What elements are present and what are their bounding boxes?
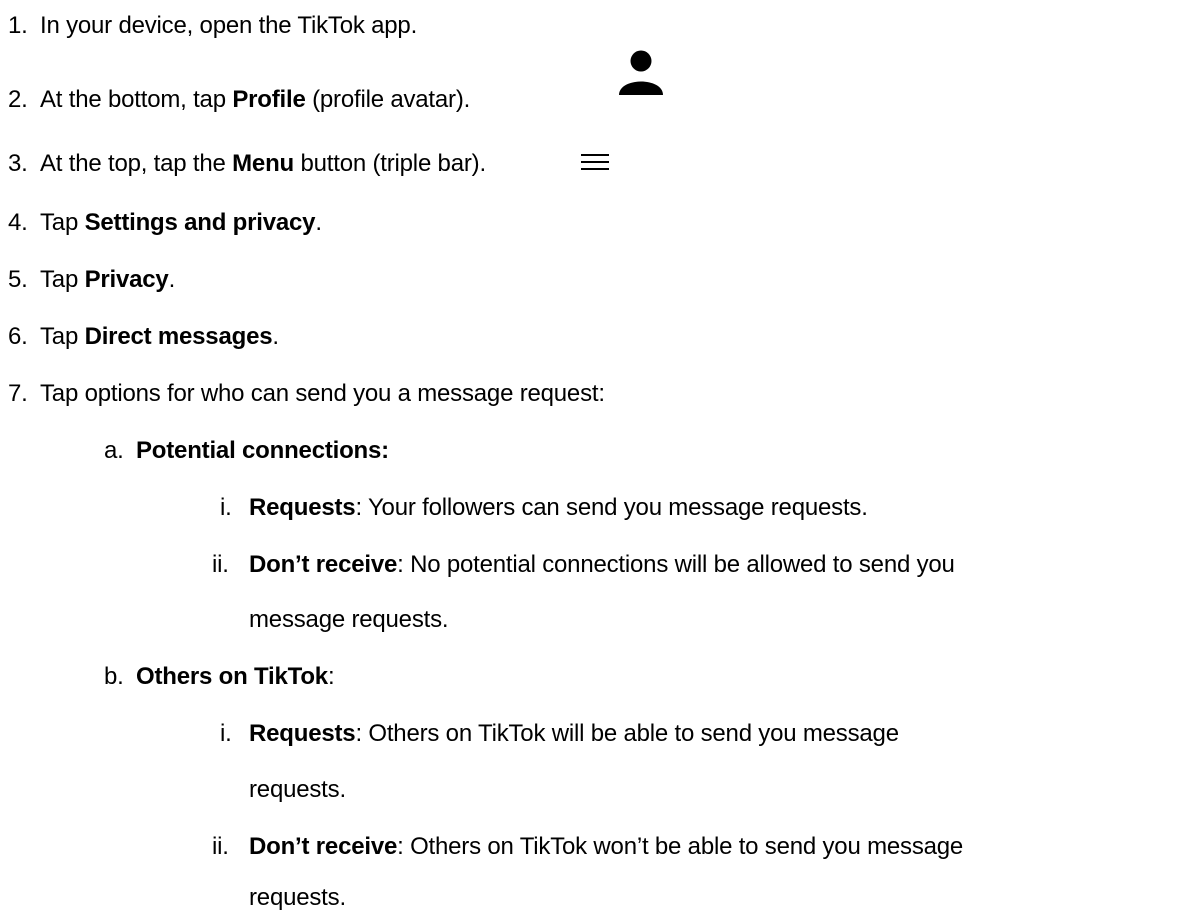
step-3-bold: Menu: [232, 150, 295, 177]
instruction-document: 1. In your device, open the TikTok app. …: [0, 0, 1192, 917]
sub-a-ii-numeral: ii.: [212, 551, 229, 578]
sub-a-ii-post: : No potential connections will be allow…: [397, 551, 955, 578]
step-6-number: 6.: [8, 323, 28, 350]
sub-a-i-text: Requests: Your followers can send you me…: [249, 494, 868, 522]
step-4-text: Tap Settings and privacy.: [40, 209, 322, 237]
sub-b-ii-bold: Don’t receive: [249, 833, 398, 860]
person-icon: [619, 50, 663, 95]
step-3-number: 3.: [8, 150, 28, 177]
step-2-bold: Profile: [232, 86, 306, 113]
sub-b-i-continuation: requests.: [249, 776, 346, 803]
sub-b-letter: b.: [104, 663, 124, 690]
sub-b-bold: Others on TikTok: [136, 663, 328, 690]
step-6-text: Tap Direct messages.: [40, 323, 279, 351]
sub-b-ii-continuation: requests.: [249, 884, 346, 911]
sub-a-i-post: : Your followers can send you message re…: [355, 494, 868, 521]
step-1-number: 1.: [8, 12, 28, 39]
hamburger-menu-icon: [581, 154, 609, 170]
sub-b-post: :: [327, 663, 335, 690]
step-5-bold: Privacy: [84, 266, 169, 293]
step-2-post: (profile avatar).: [305, 86, 471, 113]
sub-a-i-numeral: i.: [220, 494, 232, 521]
step-5-text: Tap Privacy.: [40, 266, 175, 294]
step-6-post: .: [272, 323, 279, 350]
sub-b-ii-post: : Others on TikTok won’t be able to send…: [397, 833, 964, 860]
step-7-number: 7.: [8, 380, 28, 407]
sub-a-heading: Potential connections:: [136, 437, 389, 464]
step-2-text: At the bottom, tap Profile (profile avat…: [40, 86, 470, 114]
sub-b-i-bold: Requests: [249, 720, 356, 747]
step-6-pre: Tap: [40, 323, 85, 350]
step-6-bold: Direct messages: [84, 323, 273, 350]
sub-b-heading: Others on TikTok:: [136, 663, 335, 691]
step-7-text: Tap options for who can send you a messa…: [40, 380, 605, 407]
sub-a-ii-continuation: message requests.: [249, 606, 449, 633]
sub-a-i-bold: Requests: [249, 494, 356, 521]
sub-a-letter: a.: [104, 437, 124, 464]
step-2-number: 2.: [8, 86, 28, 113]
step-5-post: .: [168, 266, 176, 293]
sub-b-i-text: Requests: Others on TikTok will be able …: [249, 720, 899, 748]
sub-b-ii-text: Don’t receive: Others on TikTok won’t be…: [249, 833, 963, 861]
step-3-pre: At the top, tap the: [40, 150, 233, 177]
sub-b-i-numeral: i.: [220, 720, 232, 747]
step-4-pre: Tap: [40, 209, 85, 236]
step-4-bold: Settings and privacy: [84, 209, 316, 236]
sub-b-i-post: : Others on TikTok will be able to send …: [355, 720, 899, 747]
step-4-post: .: [315, 209, 322, 236]
step-5-number: 5.: [8, 266, 28, 293]
step-2-pre: At the bottom, tap: [40, 86, 233, 113]
sub-b-ii-numeral: ii.: [212, 833, 229, 860]
sub-a-ii-text: Don’t receive: No potential connections …: [249, 551, 955, 579]
step-3-post: button (triple bar).: [294, 150, 486, 177]
sub-a-ii-bold: Don’t receive: [249, 551, 398, 578]
step-3-text: At the top, tap the Menu button (triple …: [40, 150, 486, 178]
step-5-pre: Tap: [40, 266, 85, 293]
step-4-number: 4.: [8, 209, 28, 236]
step-1-text: In your device, open the TikTok app.: [40, 12, 418, 39]
